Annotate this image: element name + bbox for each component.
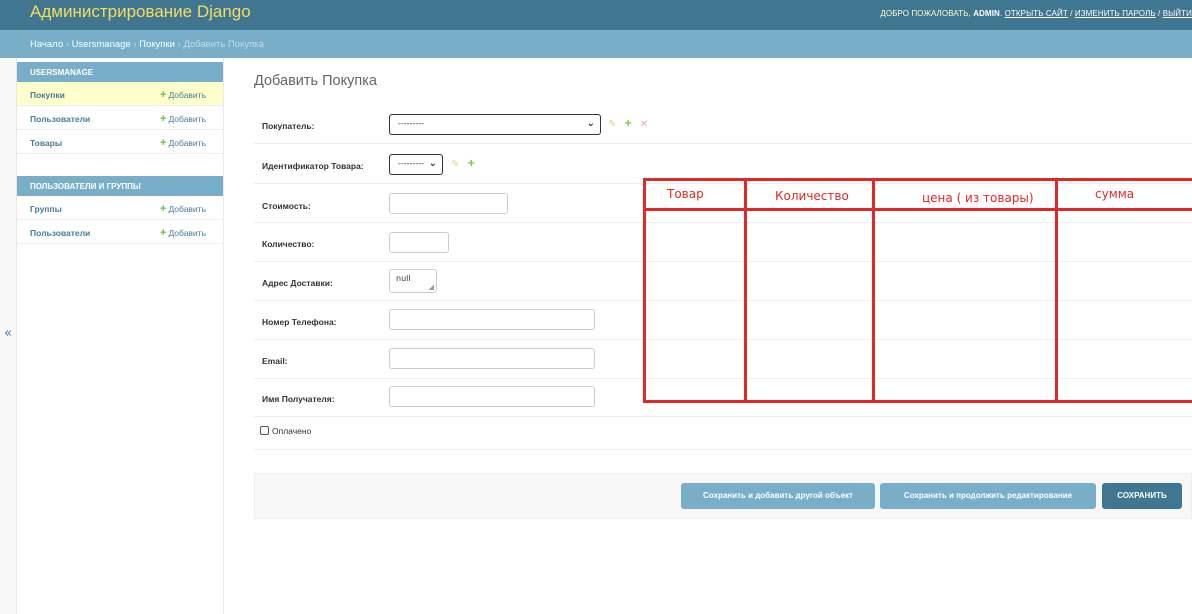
annotation-header-product: Товар: [667, 187, 704, 201]
phone-label: Номер Телефона:: [262, 317, 337, 327]
breadcrumb-current: Добавить Покупка: [183, 39, 264, 50]
add-related-icon[interactable]: +: [467, 158, 475, 169]
annotation-line: [744, 178, 747, 403]
save-add-another-button[interactable]: Сохранить и добавить другой объект: [681, 483, 875, 509]
sidebar-item-users: Пользователи + Добавить: [17, 106, 223, 130]
sidebar-item-products: Товары + Добавить: [17, 130, 223, 154]
resize-grip-icon[interactable]: ◢: [429, 283, 434, 291]
sidebar-item-label[interactable]: Пользователи: [30, 228, 90, 238]
welcome-text: ДОБРО ПОЖАЛОВАТЬ,: [880, 9, 974, 18]
buyer-label: Покупатель:: [262, 121, 315, 131]
breadcrumb-model[interactable]: Покупки: [139, 39, 175, 50]
product-label: Идентификатор Товара:: [262, 161, 364, 171]
annotation-sketch-table: Товар Количество цена ( из товары) сумма: [643, 178, 1192, 403]
cost-label: Стоимость:: [262, 201, 311, 211]
breadcrumb-home[interactable]: Начало: [30, 39, 63, 50]
recipient-label: Имя Получателя:: [262, 394, 335, 404]
quantity-label: Количество:: [262, 239, 315, 249]
submit-row: Сохранить и добавить другой объект Сохра…: [254, 473, 1192, 519]
chevron-down-icon: ⌄: [586, 118, 595, 129]
change-password-link[interactable]: ИЗМЕНИТЬ ПАРОЛЬ: [1075, 9, 1156, 18]
collapse-sidebar-icon[interactable]: «: [4, 326, 12, 341]
form-row-paid: [254, 418, 1192, 450]
email-input[interactable]: [389, 348, 595, 369]
address-textarea[interactable]: null ◢: [389, 269, 437, 293]
sidebar-add-link[interactable]: + Добавить: [160, 203, 206, 215]
sidebar-item-auth-users: Пользователи + Добавить: [17, 220, 223, 244]
add-label: Добавить: [168, 90, 207, 100]
paid-checkbox[interactable]: [260, 426, 269, 435]
logout-link[interactable]: ВЫЙТИ: [1163, 9, 1192, 18]
annotation-line: [643, 400, 1192, 403]
annotation-header-quantity: Количество: [775, 189, 849, 203]
phone-input[interactable]: [389, 309, 595, 330]
product-select[interactable]: --------- ⌄: [389, 154, 443, 175]
product-select-value: ---------: [398, 159, 424, 168]
breadcrumb-separator: ›: [63, 39, 72, 50]
add-icon: +: [160, 203, 167, 215]
add-label: Добавить: [168, 204, 207, 214]
edit-pencil-icon[interactable]: ✎: [608, 119, 616, 130]
separator: /: [1067, 9, 1075, 18]
sidebar-add-link[interactable]: + Добавить: [160, 89, 206, 101]
sidebar-item-groups: Группы + Добавить: [17, 196, 223, 220]
sidebar-item-purchases: Покупки + Добавить: [17, 82, 223, 106]
username: ADMIN: [973, 9, 1000, 18]
address-label: Адрес Доставки:: [262, 278, 333, 288]
address-value: null: [396, 274, 411, 283]
paid-label: Оплачено: [272, 426, 312, 436]
sidebar-add-link[interactable]: + Добавить: [160, 227, 206, 239]
add-label: Добавить: [168, 138, 207, 148]
cost-input[interactable]: [389, 193, 508, 214]
annotation-line: [872, 178, 875, 403]
site-branding[interactable]: Администрирование Django: [30, 2, 251, 22]
sidebar-add-link[interactable]: + Добавить: [160, 137, 206, 149]
breadcrumb-app[interactable]: Usersmanage: [72, 39, 131, 50]
recipient-input[interactable]: [389, 386, 595, 407]
user-tools: ДОБРО ПОЖАЛОВАТЬ, ADMIN. ОТКРЫТЬ САЙТ / …: [880, 9, 1192, 18]
app-module-auth: ПОЛЬЗОВАТЕЛИ И ГРУППЫ Группы + Добавить П…: [17, 176, 223, 244]
annotation-line: [643, 208, 1192, 211]
save-continue-button[interactable]: Сохранить и продолжить редактирование: [880, 483, 1096, 509]
page-title: Добавить Покупка: [254, 73, 377, 89]
module-caption[interactable]: ПОЛЬЗОВАТЕЛИ И ГРУППЫ: [17, 176, 223, 196]
module-caption[interactable]: USERSMANAGE: [17, 62, 223, 82]
separator: /: [1155, 9, 1163, 18]
breadcrumb-separator: ›: [130, 39, 140, 50]
annotation-line: [1055, 178, 1058, 403]
view-site-link[interactable]: ОТКРЫТЬ САЙТ: [1005, 9, 1068, 18]
annotation-line: [643, 178, 1192, 181]
nav-sidebar: USERSMANAGE Покупки + Добавить Пользовате…: [17, 58, 224, 614]
email-label: Email:: [262, 356, 288, 366]
annotation-header-sum: сумма: [1095, 187, 1135, 201]
edit-pencil-icon[interactable]: ✎: [451, 159, 459, 170]
sidebar-add-link[interactable]: + Добавить: [160, 113, 206, 125]
add-icon: +: [160, 113, 167, 125]
add-label: Добавить: [168, 114, 207, 124]
chevron-down-icon: ⌄: [428, 158, 437, 169]
save-button[interactable]: СОХРАНИТЬ: [1102, 483, 1182, 509]
annotation-line: [643, 178, 646, 403]
nav-sidebar-toggle-column[interactable]: «: [0, 58, 17, 614]
add-related-icon[interactable]: +: [624, 118, 632, 129]
buyer-select[interactable]: --------- ⌄: [389, 114, 601, 135]
admin-header: Администрирование Django ДОБРО ПОЖАЛОВАТ…: [0, 0, 1192, 30]
add-icon: +: [160, 227, 167, 239]
add-icon: +: [160, 89, 167, 101]
sidebar-item-label[interactable]: Группы: [30, 204, 62, 214]
delete-related-icon[interactable]: ✕: [640, 119, 648, 130]
app-module-usersmanage: USERSMANAGE Покупки + Добавить Пользовате…: [17, 62, 223, 154]
add-label: Добавить: [168, 228, 207, 238]
quantity-input[interactable]: [389, 232, 449, 253]
breadcrumb: Начало › Usersmanage › Покупки › Добавит…: [0, 30, 1192, 58]
buyer-select-value: ---------: [398, 119, 424, 128]
annotation-header-price: цена ( из товары): [922, 191, 1034, 205]
form-row-buyer: Покупатель: --------- ⌄ ✎ + ✕: [254, 106, 1192, 144]
sidebar-item-label[interactable]: Товары: [30, 138, 62, 148]
paid-checkbox-row: Оплачено: [260, 426, 311, 436]
sidebar-item-label[interactable]: Покупки: [30, 90, 65, 100]
add-icon: +: [160, 137, 167, 149]
sidebar-item-label[interactable]: Пользователи: [30, 114, 90, 124]
